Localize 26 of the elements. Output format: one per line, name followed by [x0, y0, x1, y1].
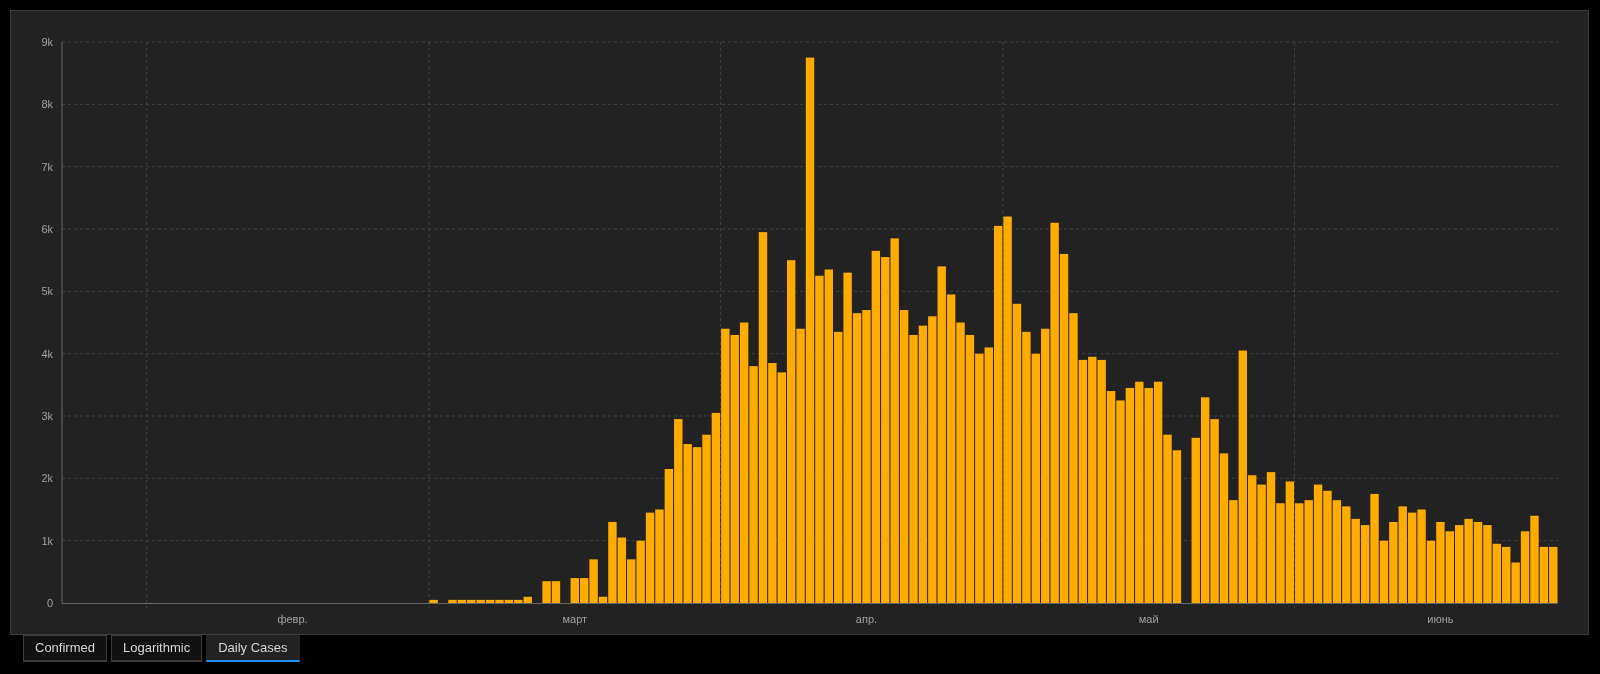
axis-label: март: [562, 613, 588, 625]
axis-label: 8k: [41, 98, 53, 111]
axis-label: 0: [46, 597, 53, 609]
axis-label: февр.: [277, 613, 308, 625]
chart-tab[interactable]: Daily Cases: [206, 635, 300, 662]
axis-label: 1k: [41, 534, 53, 547]
axis-label: 9k: [41, 36, 53, 48]
chart-tab[interactable]: Confirmed: [23, 635, 107, 662]
axis-label: 7k: [41, 160, 53, 173]
daily-cases-bar: [1492, 543, 1502, 603]
axis-label: 6k: [41, 223, 53, 235]
daily-cases-bar: [429, 599, 438, 603]
daily-cases-bar: [570, 578, 579, 603]
axis-label: 3k: [41, 410, 53, 422]
daily-cases-bar: [551, 581, 561, 603]
daily-cases-bar: [1549, 546, 1558, 603]
axis-label: 2k: [41, 472, 53, 485]
daily-cases-bar: [542, 581, 551, 603]
axis-label: май: [1138, 613, 1159, 625]
chart-tab[interactable]: Logarithmic: [110, 635, 203, 662]
axis-label: 4k: [41, 347, 53, 360]
axis-label: июнь: [1427, 613, 1454, 625]
daily-cases-bar: [1502, 546, 1511, 603]
axis-label: апр.: [855, 613, 878, 625]
axis-label: 5k: [41, 285, 53, 298]
daily-cases-bar: [1445, 531, 1454, 603]
